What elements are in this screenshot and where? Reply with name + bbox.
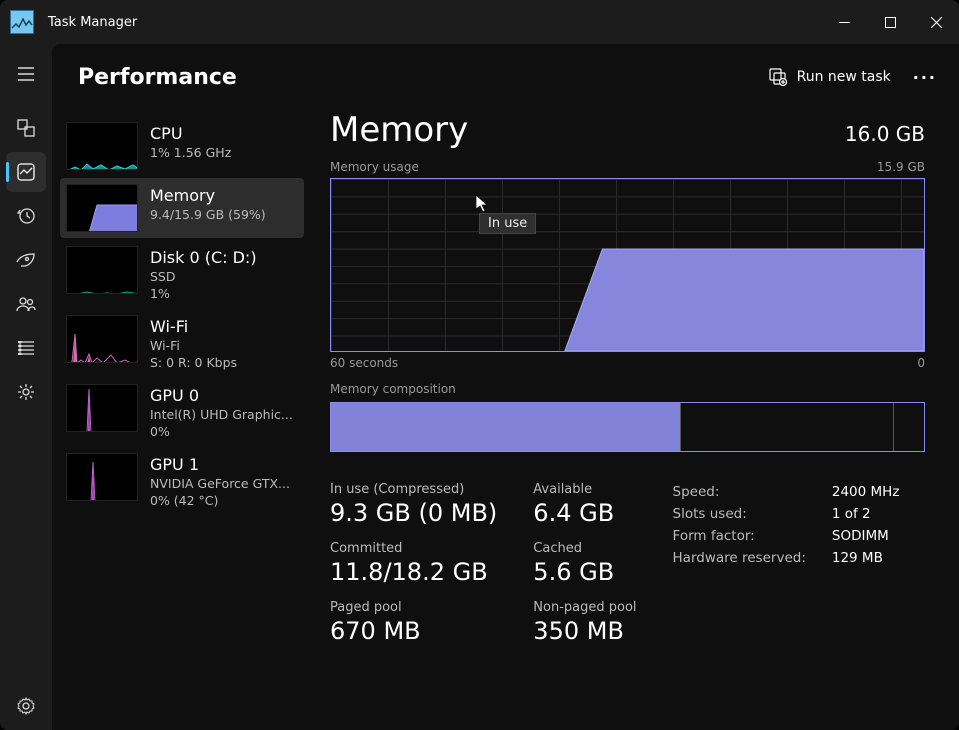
memory-capacity: 16.0 GB <box>845 122 925 146</box>
panel-header: Performance Run new task ··· <box>52 44 959 110</box>
form-key: Form factor: <box>673 528 806 544</box>
composition-standby <box>681 403 894 451</box>
nav-app-history[interactable] <box>6 196 46 236</box>
stats-primary: In use (Compressed) 9.3 GB (0 MB) Availa… <box>330 482 637 645</box>
wifi-sparkline <box>66 315 138 363</box>
nav-services[interactable] <box>6 372 46 412</box>
speed-key: Speed: <box>673 484 806 500</box>
nav-processes[interactable] <box>6 108 46 148</box>
nav-users[interactable] <box>6 284 46 324</box>
content-panel: Performance Run new task ··· CP <box>52 44 959 730</box>
resource-sub1: Wi-Fi <box>150 338 298 353</box>
chart-tooltip: In use <box>479 213 536 234</box>
composition-label: Memory composition <box>330 382 925 396</box>
resource-title: GPU 0 <box>150 386 298 405</box>
resource-item-disk0[interactable]: Disk 0 (C: D:) SSD 1% <box>60 240 304 307</box>
resource-item-cpu[interactable]: CPU 1% 1.56 GHz <box>60 116 304 176</box>
available-label: Available <box>533 482 636 497</box>
resource-list: CPU 1% 1.56 GHz Memory 9.4/15.9 GB (59%) <box>52 110 312 730</box>
composition-in-use <box>331 403 681 451</box>
resource-item-gpu0[interactable]: GPU 0 Intel(R) UHD Graphic... 0% <box>60 378 304 445</box>
more-options-button[interactable]: ··· <box>913 68 937 87</box>
committed-label: Committed <box>330 541 497 556</box>
resource-sub1: 1% 1.56 GHz <box>150 145 298 160</box>
titlebar: Task Manager <box>0 0 959 44</box>
maximize-button[interactable] <box>867 0 913 44</box>
resource-sub2: 0% (42 °C) <box>150 493 298 508</box>
minimize-button[interactable] <box>821 0 867 44</box>
nav-settings[interactable] <box>6 686 46 726</box>
resource-sub1: NVIDIA GeForce GTX... <box>150 476 298 491</box>
hw-val: 129 MB <box>832 550 900 566</box>
resource-title: CPU <box>150 124 298 143</box>
cpu-sparkline <box>66 122 138 170</box>
memory-usage-chart[interactable]: In use <box>330 178 925 352</box>
resource-sub1: 9.4/15.9 GB (59%) <box>150 207 298 222</box>
detail-title: Memory <box>330 110 468 150</box>
memory-sparkline <box>66 184 138 232</box>
gpu1-sparkline <box>66 453 138 501</box>
chart-ymax: 15.9 GB <box>877 160 925 174</box>
resource-title: Disk 0 (C: D:) <box>150 248 298 267</box>
run-new-task-button[interactable]: Run new task <box>769 68 891 86</box>
nav-startup-apps[interactable] <box>6 240 46 280</box>
run-task-icon <box>769 68 787 86</box>
task-manager-window: Task Manager Performance <box>0 0 959 730</box>
resource-title: GPU 1 <box>150 455 298 474</box>
close-button[interactable] <box>913 0 959 44</box>
available-value: 6.4 GB <box>533 499 636 527</box>
x-axis-right: 0 <box>917 356 925 370</box>
resource-item-memory[interactable]: Memory 9.4/15.9 GB (59%) <box>60 178 304 238</box>
hamburger-button[interactable] <box>6 54 46 94</box>
form-val: SODIMM <box>832 528 900 544</box>
x-axis-left: 60 seconds <box>330 356 398 370</box>
resource-sub2: 0% <box>150 424 298 439</box>
chart-title: Memory usage <box>330 160 419 174</box>
stats-secondary: Speed: 2400 MHz Slots used: 1 of 2 Form … <box>673 484 900 645</box>
page-title: Performance <box>78 65 237 90</box>
slots-val: 1 of 2 <box>832 506 900 522</box>
cached-label: Cached <box>533 541 636 556</box>
resource-sub2: S: 0 R: 0 Kbps <box>150 355 298 370</box>
nonpaged-value: 350 MB <box>533 617 636 645</box>
resource-title: Wi-Fi <box>150 317 298 336</box>
memory-composition-bar[interactable] <box>330 402 925 452</box>
resource-title: Memory <box>150 186 298 205</box>
chart-fill <box>331 179 924 351</box>
hw-key: Hardware reserved: <box>673 550 806 566</box>
in-use-label: In use (Compressed) <box>330 482 497 497</box>
nav-performance[interactable] <box>6 152 46 192</box>
app-title: Task Manager <box>48 15 137 30</box>
resource-item-wifi[interactable]: Wi-Fi Wi-Fi S: 0 R: 0 Kbps <box>60 309 304 376</box>
resource-item-gpu1[interactable]: GPU 1 NVIDIA GeForce GTX... 0% (42 °C) <box>60 447 304 514</box>
paged-value: 670 MB <box>330 617 497 645</box>
slots-key: Slots used: <box>673 506 806 522</box>
nonpaged-label: Non-paged pool <box>533 600 636 615</box>
resource-sub1: SSD <box>150 269 298 284</box>
nav-rail <box>0 44 52 730</box>
disk-sparkline <box>66 246 138 294</box>
gpu0-sparkline <box>66 384 138 432</box>
committed-value: 11.8/18.2 GB <box>330 558 497 586</box>
app-icon <box>10 10 34 34</box>
nav-details[interactable] <box>6 328 46 368</box>
cached-value: 5.6 GB <box>533 558 636 586</box>
resource-sub1: Intel(R) UHD Graphic... <box>150 407 298 422</box>
detail-pane: Memory 16.0 GB Memory usage 15.9 GB <box>312 110 959 730</box>
in-use-value: 9.3 GB (0 MB) <box>330 499 497 527</box>
run-task-label: Run new task <box>797 69 891 85</box>
paged-label: Paged pool <box>330 600 497 615</box>
resource-sub2: 1% <box>150 286 298 301</box>
composition-free <box>894 403 924 451</box>
speed-val: 2400 MHz <box>832 484 900 500</box>
